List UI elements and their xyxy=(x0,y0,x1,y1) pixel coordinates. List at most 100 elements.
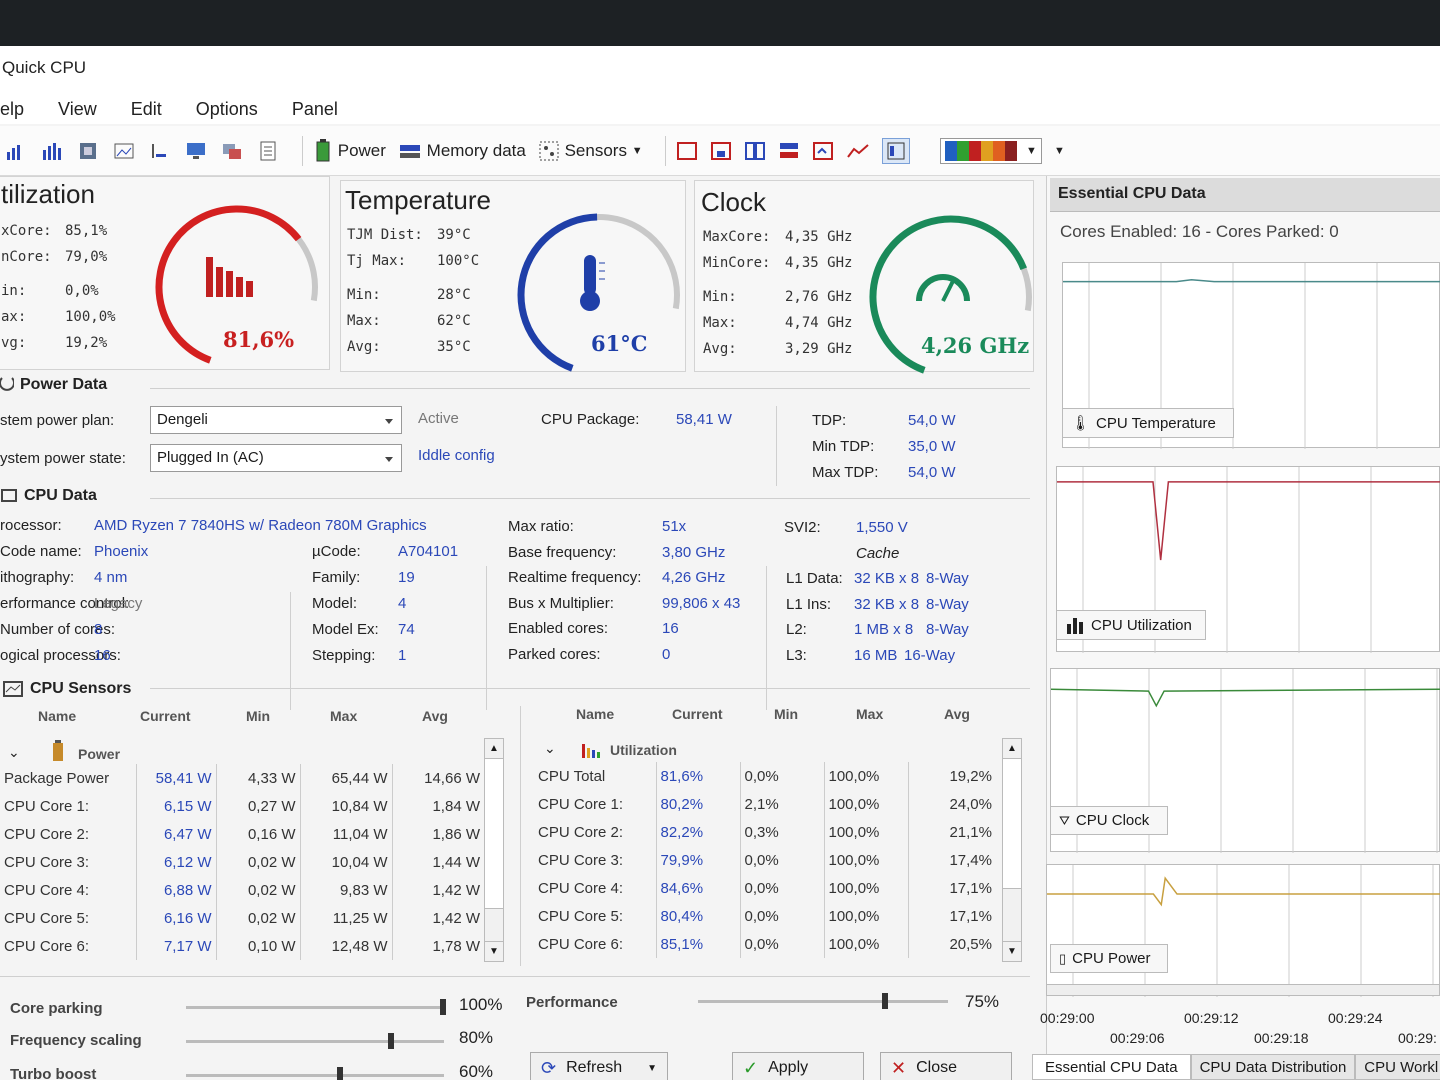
sensor-value: 11,25 W xyxy=(299,904,392,932)
stat-value: 79,0% xyxy=(65,249,108,265)
sensor-value: 81,6% xyxy=(655,762,740,790)
power-plan-select[interactable]: Dengeli xyxy=(150,406,402,434)
cpu-power-chart xyxy=(1046,864,1440,997)
cache-ways: 8-Way xyxy=(926,621,969,639)
column-divider xyxy=(776,406,777,486)
sensor-name: CPU Core 5: xyxy=(538,907,624,925)
network-icon[interactable] xyxy=(220,140,244,162)
tab-cpu-data-distribution[interactable]: CPU Data Distribution xyxy=(1190,1054,1356,1080)
power-group-toggle[interactable]: ⌄ xyxy=(8,744,20,761)
performance-slider[interactable] xyxy=(698,993,948,1009)
sensor-value: 0,10 W xyxy=(215,932,300,960)
cache-size: 16 MB xyxy=(854,646,898,664)
tab-cpu-workload[interactable]: CPU Workl xyxy=(1355,1054,1440,1080)
cpu-data-value: 3,80 GHz xyxy=(662,543,726,561)
sensor-value: 1,42 W xyxy=(391,876,484,904)
table-row: CPU Core 3: 6,12 W 0,02 W 10,04 W 1,44 W xyxy=(0,848,484,876)
frequency-scaling-thumb[interactable] xyxy=(388,1033,394,1049)
cpu-power-chart-label[interactable]: ▯ CPU Power xyxy=(1050,944,1168,973)
column-header: Current xyxy=(140,708,191,724)
menu-options[interactable]: Options xyxy=(196,99,258,124)
cpu-clock-label: CPU Clock xyxy=(1075,812,1150,829)
sensor-value: 0,16 W xyxy=(215,820,300,848)
stat-label: MinCore: xyxy=(703,255,771,271)
refresh-button[interactable]: ⟳ Refresh ▼ xyxy=(530,1052,668,1080)
tdp-value: 54,0 W xyxy=(908,412,956,429)
apply-button[interactable]: ✓ Apply xyxy=(732,1052,864,1080)
core-parking-thumb[interactable] xyxy=(440,999,446,1015)
memory-label: Memory data xyxy=(426,140,526,160)
sensor-value: 100,0% xyxy=(823,818,908,846)
turbo-boost-thumb[interactable] xyxy=(337,1067,343,1080)
sensor-name: CPU Core 4: xyxy=(538,879,624,897)
sensor-value: 1,78 W xyxy=(391,932,484,960)
close-button[interactable]: ✕ Close xyxy=(880,1052,1012,1080)
scroll-thumb[interactable] xyxy=(485,759,503,909)
tab-essential-cpu-data[interactable]: Essential CPU Data xyxy=(1032,1054,1191,1080)
scroll-thumb[interactable] xyxy=(1003,759,1021,889)
sensor-value: 100,0% xyxy=(823,762,908,790)
document-icon[interactable] xyxy=(256,140,280,162)
trend-icon[interactable] xyxy=(846,141,870,161)
frequency-scaling-slider[interactable] xyxy=(186,1033,444,1049)
chevron-down-icon[interactable]: ▼ xyxy=(632,145,643,157)
core-parking-value: 100% xyxy=(459,995,503,1014)
iddle-config-link[interactable]: Iddle config xyxy=(418,447,495,464)
scroll-down-icon[interactable]: ▼ xyxy=(1003,941,1021,961)
toolbar-overflow-icon[interactable]: ▼ xyxy=(1054,145,1065,157)
stat-label: TJM Dist: xyxy=(347,227,423,243)
chevron-down-icon[interactable]: ▼ xyxy=(647,1063,657,1074)
chart-trace xyxy=(1063,278,1440,283)
cpu-data-title: CPU Data xyxy=(24,487,97,504)
cpu-temperature-chart-label[interactable]: 🌡 CPU Temperature xyxy=(1062,408,1234,438)
cpu-utilization-chart-label[interactable]: CPU Utilization xyxy=(1056,610,1206,640)
memory-data-button[interactable]: Memory data xyxy=(398,141,526,161)
power-state-select[interactable]: Plugged In (AC) xyxy=(150,444,402,472)
max-tdp-value: 54,0 W xyxy=(908,464,956,481)
menu-panel[interactable]: Panel xyxy=(292,99,338,124)
bar-chart-2-icon[interactable] xyxy=(40,140,64,162)
image-icon[interactable] xyxy=(112,140,136,162)
cpu-data-value: 19 xyxy=(398,569,415,586)
sensor-value: 100,0% xyxy=(823,902,908,930)
menu-help[interactable]: elp xyxy=(0,99,24,124)
chart-scrollbar[interactable] xyxy=(1046,984,1440,996)
scroll-up-icon[interactable]: ▲ xyxy=(1003,739,1021,759)
temperature-title: Temperature xyxy=(345,185,491,215)
core-parking-slider[interactable] xyxy=(186,999,446,1015)
monitor-icon[interactable] xyxy=(184,140,208,162)
window-layout-icon[interactable] xyxy=(676,141,698,161)
thermometer-icon xyxy=(580,255,605,311)
columns-icon[interactable] xyxy=(744,141,766,161)
settings-list-icon[interactable] xyxy=(148,140,172,162)
rows-icon[interactable] xyxy=(778,141,800,161)
cpu-clock-chart-label[interactable]: ⛛ CPU Clock xyxy=(1050,806,1168,835)
performance-value: 75% xyxy=(965,992,1000,1011)
utilization-table-scrollbar[interactable]: ▲ ▼ xyxy=(1002,738,1022,962)
menu-edit[interactable]: Edit xyxy=(131,99,162,124)
performance-thumb[interactable] xyxy=(882,993,888,1009)
sensor-value: 80,4% xyxy=(655,902,740,930)
sensor-value: 6,47 W xyxy=(135,820,216,848)
power-button[interactable]: Power xyxy=(313,138,386,163)
sensor-value: 1,42 W xyxy=(391,904,484,932)
bottom-tabs: Essential CPU Data CPU Data Distribution… xyxy=(1032,1054,1440,1080)
bar-chart-icon[interactable] xyxy=(4,140,28,162)
cache-size: 1 MB x 8 xyxy=(854,621,914,639)
scroll-down-icon[interactable]: ▼ xyxy=(485,941,503,961)
sensor-value: 84,6% xyxy=(655,874,740,902)
turbo-boost-slider[interactable] xyxy=(186,1067,444,1080)
scroll-up-icon[interactable]: ▲ xyxy=(485,739,503,759)
window-save-icon[interactable] xyxy=(710,141,732,161)
utilization-group-toggle[interactable]: ⌄ xyxy=(544,740,556,757)
cpu-chip-icon[interactable] xyxy=(76,140,100,162)
power-table-scrollbar[interactable]: ▲ ▼ xyxy=(484,738,504,962)
color-theme-selector[interactable]: ▼ xyxy=(939,137,1042,164)
sensor-name: CPU Core 1: xyxy=(4,797,90,815)
menu-view[interactable]: View xyxy=(58,99,97,124)
color-palette-icon xyxy=(944,140,1017,161)
panel-view-icon[interactable] xyxy=(881,137,910,164)
stat-label: Max: xyxy=(703,315,737,331)
restore-icon[interactable] xyxy=(812,141,834,161)
sensors-button[interactable]: Sensors ▼ xyxy=(538,140,643,162)
